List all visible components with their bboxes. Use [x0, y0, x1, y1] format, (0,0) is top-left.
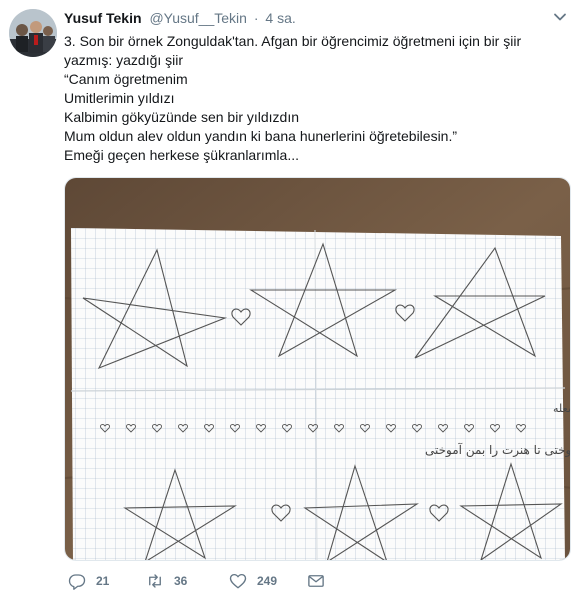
tweet-time[interactable]: 4 sa.	[265, 10, 295, 26]
tweet-header: Yusuf Tekin @Yusuf__Tekin · 4 sa.	[64, 9, 296, 27]
envelope-icon	[308, 575, 324, 587]
tweet-text: 3. Son bir örnek Zonguldak'tan. Afgan bi…	[64, 32, 564, 165]
handwritten-line: معلم عزیزم ستاره امیدم در آسمان قلبم تو …	[553, 401, 571, 415]
heart-icon	[229, 573, 247, 589]
reply-button[interactable]: 21	[68, 570, 109, 592]
direct-message-button[interactable]	[307, 570, 335, 592]
tweet-photo[interactable]: معلم عزیزم ستاره امیدم در آسمان قلبم تو …	[64, 177, 571, 561]
like-button[interactable]: 249	[229, 570, 277, 592]
handwritten-line: شدی سوختی تا هنرت را بمن آموختی	[425, 442, 571, 458]
tweet-text-line: Kalbimin gökyüzünde sen bir yıldızdın	[64, 109, 300, 125]
separator: ·	[253, 10, 259, 26]
reply-icon	[68, 574, 86, 590]
avatar[interactable]	[9, 9, 57, 57]
reply-count: 21	[96, 574, 110, 588]
tweet: Yusuf Tekin @Yusuf__Tekin · 4 sa. 3. Son…	[0, 0, 578, 597]
tweet-text-line: Emeği geçen herkese şükranlarımla...	[64, 147, 299, 163]
tweet-text-line: Umitlerimin yıldızı	[64, 90, 175, 106]
retweet-icon	[149, 574, 161, 588]
like-count: 249	[257, 574, 278, 588]
tweet-text-line: Mum oldun alev oldun yandın ki bana hune…	[64, 128, 458, 144]
retweet-button[interactable]: 36	[146, 570, 187, 592]
author-handle[interactable]: @Yusuf__Tekin	[149, 10, 247, 26]
avatar-photo	[9, 9, 57, 57]
tweet-text-line: 3. Son bir örnek Zonguldak'tan. Afgan bi…	[64, 33, 522, 49]
handwritten-poem-photo: معلم عزیزم ستاره امیدم در آسمان قلبم تو …	[65, 178, 571, 560]
tweet-text-line: “Canım ögretmenim	[64, 71, 188, 87]
retweet-count: 36	[174, 574, 188, 588]
chevron-down-icon[interactable]	[553, 10, 567, 24]
tweet-text-line: yazmış: yazdığı şiir	[64, 52, 184, 68]
author-name[interactable]: Yusuf Tekin	[64, 10, 142, 26]
tweet-actions: 21 36 249	[64, 570, 564, 592]
